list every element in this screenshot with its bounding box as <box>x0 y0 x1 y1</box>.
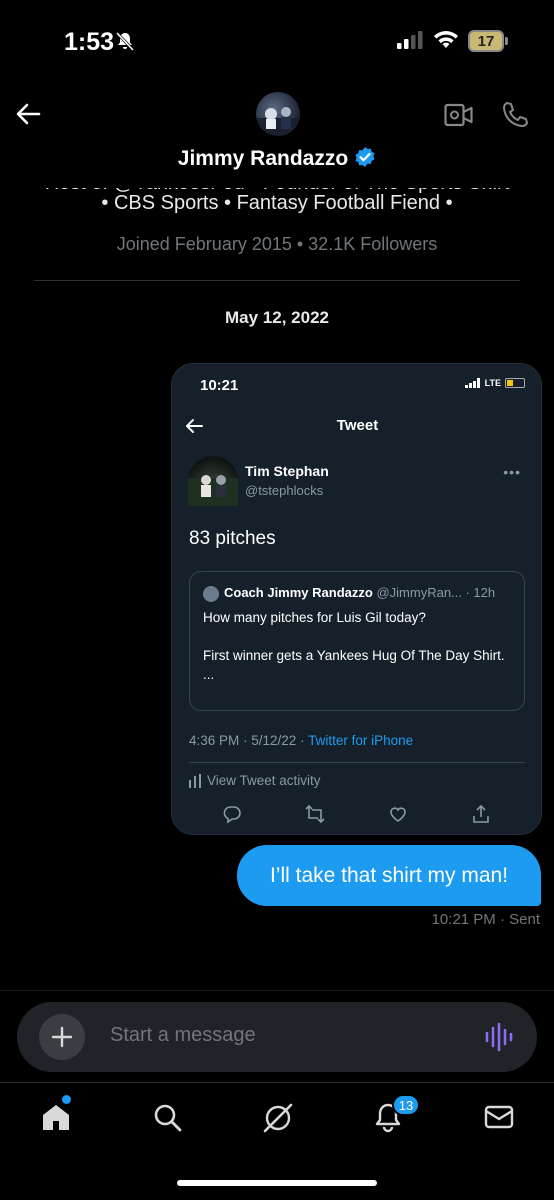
message-status: 10:21 PM · Sent <box>431 911 540 928</box>
share-icon <box>473 804 489 823</box>
quoted-author-name: Coach Jimmy Randazzo <box>224 585 373 600</box>
bar-chart-icon <box>189 773 201 788</box>
avatar <box>203 586 219 602</box>
add-media-button[interactable] <box>39 1014 85 1060</box>
message-input[interactable]: Start a message <box>110 1024 256 1047</box>
quoted-author-meta: @JimmyRan... · 12h <box>376 585 496 600</box>
reply-icon <box>223 806 241 824</box>
verified-badge-icon <box>355 147 375 167</box>
quoted-tweet-text: How many pitches for Luis Gil today? Fir… <box>203 610 505 682</box>
home-indicator[interactable] <box>177 1180 377 1186</box>
status-time: 1:53 <box>64 28 115 56</box>
tweet-activity: View Tweet activity <box>189 773 321 788</box>
conversation-header: Jimmy Randazzo <box>0 80 554 188</box>
tweet-body: 83 pitches <box>189 528 276 549</box>
contact-name-text: Jimmy Randazzo <box>177 147 349 170</box>
network-label: LTE <box>484 378 501 388</box>
embedded-status-icons: LTE <box>464 378 525 388</box>
profile-bio: • CBS Sports • Fantasy Football Fiend • <box>101 192 453 214</box>
phone-call-icon[interactable] <box>500 100 530 130</box>
home-icon[interactable] <box>40 1101 72 1133</box>
cellular-signal-icon <box>397 31 423 49</box>
status-bar: 1:53 17 <box>0 0 554 80</box>
notifications-badge: 13 <box>392 1094 420 1116</box>
contact-name[interactable]: Jimmy Randazzo <box>0 146 554 171</box>
divider <box>0 990 554 991</box>
plus-icon <box>51 1026 73 1048</box>
messages-envelope-icon[interactable] <box>483 1101 515 1133</box>
cellular-signal-icon <box>464 378 480 388</box>
wifi-icon <box>434 31 458 48</box>
retweet-icon <box>305 804 325 824</box>
tweet-author-handle: @tstephlocks <box>245 483 324 498</box>
battery-level: 17 <box>468 30 504 52</box>
divider <box>34 280 520 281</box>
home-unread-dot <box>62 1095 71 1104</box>
search-icon[interactable] <box>151 1101 183 1133</box>
conversation-date: May 12, 2022 <box>225 308 329 327</box>
back-arrow-icon[interactable] <box>14 100 42 128</box>
divider <box>189 762 525 763</box>
embedded-title: Tweet <box>336 417 379 434</box>
profile-joined: Joined February 2015 • 32.1K Followers <box>116 234 438 254</box>
bell-muted-icon <box>115 31 135 52</box>
quoted-tweet: Coach Jimmy Randazzo @JimmyRan... · 12h … <box>189 571 525 711</box>
tweet-meta: 4:36 PM · 5/12/22 · Twitter for iPhone <box>189 733 413 748</box>
video-call-icon[interactable] <box>444 102 474 128</box>
spaces-icon[interactable] <box>261 1101 295 1135</box>
battery-icon: 17 <box>468 30 508 52</box>
tweet-timestamp: 4:36 PM · 5/12/22 · <box>189 733 309 748</box>
avatar <box>188 456 238 506</box>
message-bubble[interactable]: I’ll take that shirt my man! <box>237 845 541 906</box>
message-composer[interactable]: Start a message <box>17 1002 537 1072</box>
like-icon <box>390 807 406 822</box>
tweet-source: Twitter for iPhone <box>308 733 414 748</box>
quoted-tweet-header: Coach Jimmy Randazzo @JimmyRan... · 12h <box>224 585 495 600</box>
tweet-activity-label: View Tweet activity <box>207 773 321 788</box>
tweet-author-name: Tim Stephan <box>245 463 329 479</box>
image-message[interactable]: 10:21 LTE Tweet Tim Stephan @tstephlocks… <box>171 363 542 835</box>
avatar[interactable] <box>256 92 300 136</box>
tweet-actions <box>172 804 541 828</box>
battery-icon <box>505 378 525 388</box>
voice-message-icon[interactable] <box>485 1022 513 1052</box>
embedded-status-time: 10:21 <box>200 377 239 394</box>
more-options-icon: ••• <box>503 464 521 480</box>
